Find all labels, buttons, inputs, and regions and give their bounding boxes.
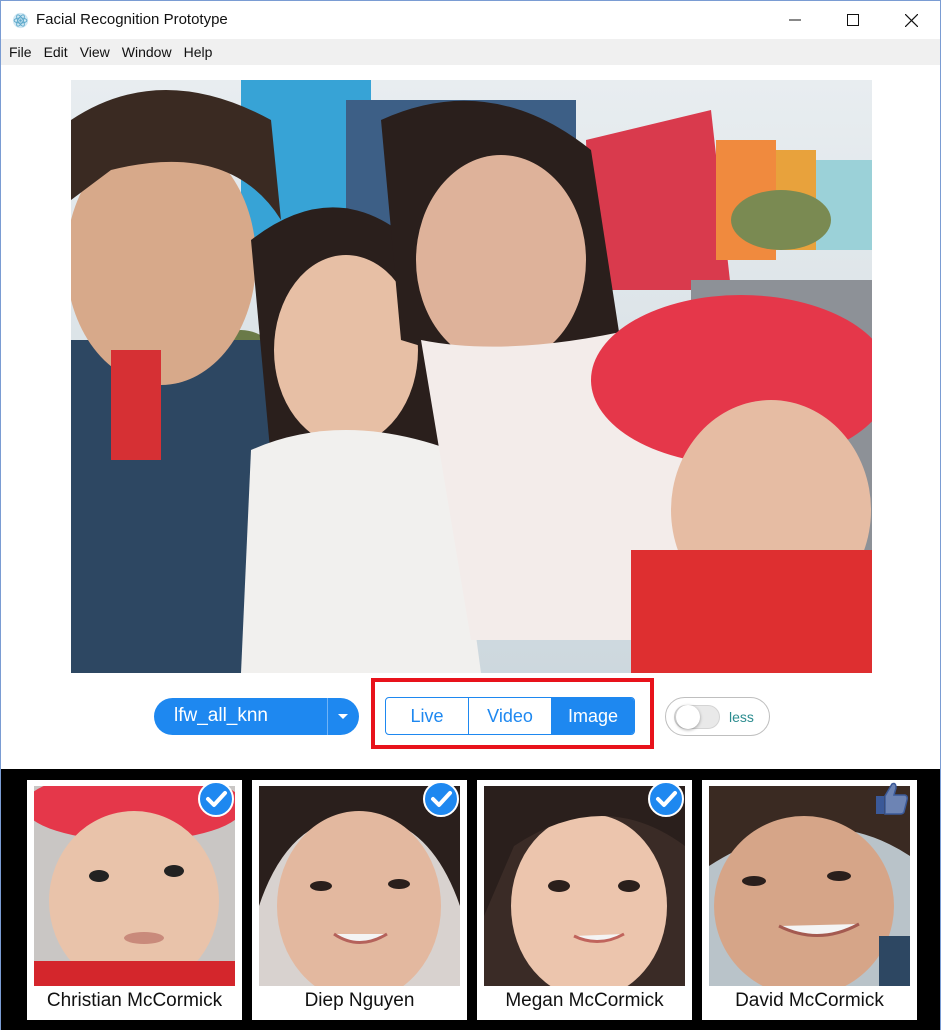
controls-row: lfw_all_knn Live Video Image less xyxy=(1,678,940,769)
result-name: David McCormick xyxy=(735,990,884,1011)
app-window: Facial Recognition Prototype File Edit V… xyxy=(0,0,941,1030)
family-photo xyxy=(71,80,872,673)
model-select-divider xyxy=(327,698,328,735)
model-select-value: lfw_all_knn xyxy=(174,705,268,726)
result-card[interactable]: Megan McCormick xyxy=(477,780,692,1020)
thumbs-up-icon xyxy=(876,782,908,815)
mode-image-button[interactable]: Image xyxy=(552,698,634,734)
mode-video-button[interactable]: Video xyxy=(469,698,552,734)
maximize-button[interactable] xyxy=(824,1,882,39)
mode-live-button[interactable]: Live xyxy=(386,698,469,734)
chevron-down-icon[interactable] xyxy=(334,707,352,725)
check-badge-icon xyxy=(198,781,234,817)
menu-file[interactable]: File xyxy=(3,39,38,65)
menu-window[interactable]: Window xyxy=(116,39,178,65)
menu-edit[interactable]: Edit xyxy=(38,39,74,65)
results-strip: Christian McCormick Diep Nguyen Megan Mc… xyxy=(1,769,940,1030)
toggle-knob[interactable] xyxy=(676,705,700,729)
detail-toggle[interactable]: less xyxy=(665,697,770,736)
result-name: Christian McCormick xyxy=(46,990,223,1011)
window-title: Facial Recognition Prototype xyxy=(36,11,228,28)
menu-help[interactable]: Help xyxy=(178,39,219,65)
result-card[interactable]: Diep Nguyen xyxy=(252,780,467,1020)
menu-view[interactable]: View xyxy=(74,39,116,65)
source-mode-toggle: Live Video Image xyxy=(385,697,635,735)
result-name: Megan McCormick xyxy=(505,990,664,1011)
close-icon xyxy=(904,13,918,27)
maximize-icon xyxy=(847,14,859,26)
result-card[interactable]: David McCormick xyxy=(702,780,917,1020)
title-bar[interactable]: Facial Recognition Prototype xyxy=(1,1,940,39)
react-atom-icon xyxy=(12,12,29,29)
menu-bar: File Edit View Window Help xyxy=(1,39,940,65)
toggle-label: less xyxy=(729,709,754,725)
close-button[interactable] xyxy=(882,1,940,39)
model-select[interactable]: lfw_all_knn xyxy=(154,698,359,735)
result-name: Diep Nguyen xyxy=(304,990,415,1011)
check-badge-icon xyxy=(423,781,459,817)
source-image xyxy=(71,80,872,673)
minimize-icon xyxy=(789,19,801,21)
minimize-button[interactable] xyxy=(766,1,824,39)
check-badge-icon xyxy=(648,781,684,817)
result-card[interactable]: Christian McCormick xyxy=(27,780,242,1020)
